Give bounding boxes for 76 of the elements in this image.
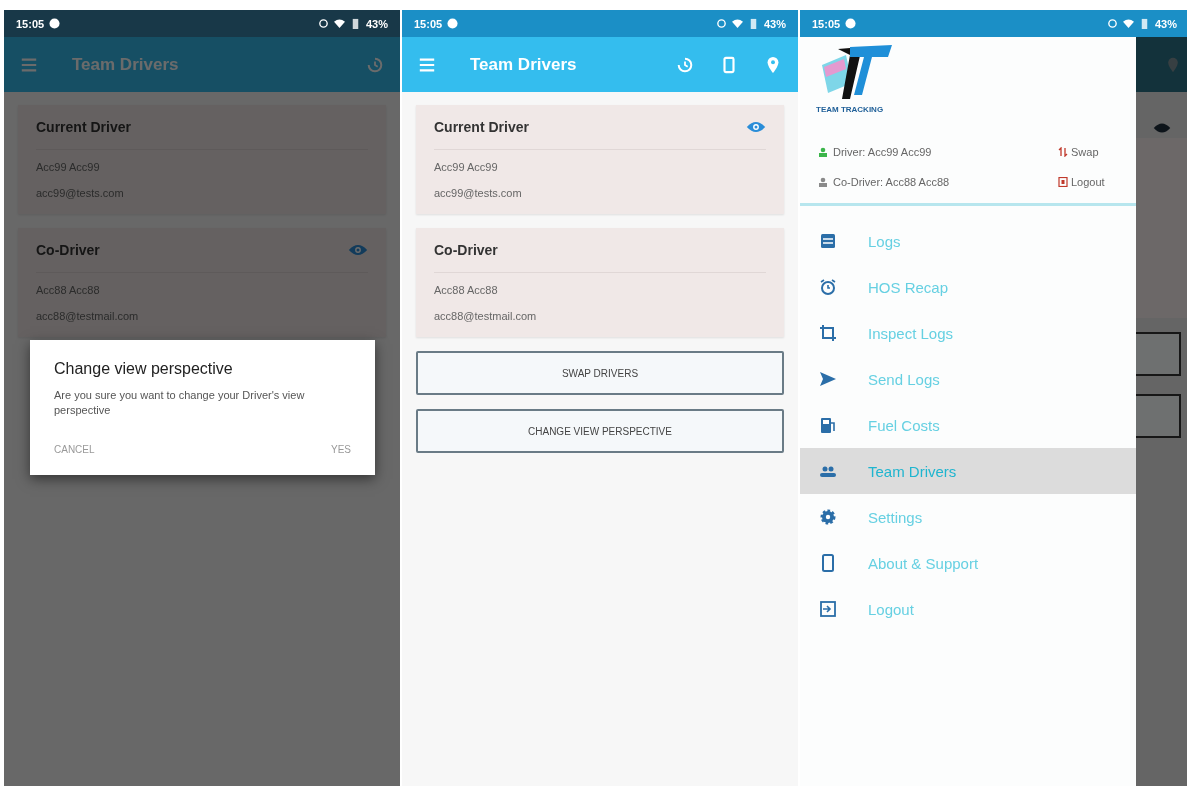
outlined-button[interactable]: CHANGE VIEW PERSPECTIVE [416, 409, 784, 453]
wifi-icon [333, 18, 345, 29]
drawer-menu-item[interactable]: About & Support [800, 540, 1136, 586]
logout-link[interactable]: Logout [1058, 176, 1116, 188]
dialog-message: Are you sure you want to change your Driver's view perspective [54, 388, 306, 418]
toolbar-title: Team Drivers [72, 54, 179, 75]
menu-item-label: Send Logs [868, 370, 940, 388]
driver-name: Acc88 Acc88 [434, 283, 499, 298]
driver-name: Acc88 Acc88 [36, 283, 101, 298]
menu-item-label: Fuel Costs [868, 416, 940, 434]
menu-item-label: About & Support [868, 554, 979, 572]
notification-icon [49, 18, 61, 29]
sync-status-icon [317, 18, 329, 29]
device-icon[interactable] [720, 55, 738, 74]
battery-percent: 43% [365, 17, 388, 30]
toolbar-title: Team Drivers [470, 54, 577, 75]
status-time: 15:05 [16, 17, 45, 30]
driver-email: acc88@testmail.com [434, 309, 538, 324]
status-time: 15:05 [812, 17, 841, 30]
history-icon[interactable] [676, 55, 694, 74]
driver-name: Acc99 Acc99 [434, 160, 499, 175]
eye-icon[interactable] [746, 120, 766, 134]
drawer-menu-item[interactable]: Settings [800, 494, 1136, 540]
driver-email: acc88@testmail.com [36, 309, 140, 324]
exit-icon [818, 599, 838, 619]
card-title: Current Driver [36, 119, 131, 135]
drawer-menu-item[interactable]: Send Logs [800, 356, 1136, 402]
drawer-menu-item[interactable]: Team Drivers [800, 448, 1136, 494]
alarm-clock-icon [818, 277, 838, 297]
logout-icon [1058, 177, 1068, 187]
eye-icon[interactable] [1153, 122, 1171, 134]
wifi-icon [1122, 18, 1134, 29]
drawer-menu-item[interactable]: Logs [800, 218, 1136, 264]
menu-item-label: Team Drivers [868, 462, 957, 480]
calendar-icon [818, 231, 838, 251]
location-pin-icon[interactable] [1165, 56, 1181, 73]
crop-icon [818, 323, 838, 343]
menu-item-label: Inspect Logs [868, 324, 954, 342]
dialog-button[interactable]: YES [331, 440, 351, 459]
dialog-title: Change view perspective [54, 360, 234, 378]
co-driver-label: Co-Driver: Acc88 Acc88 [833, 176, 950, 188]
drawer-menu-item[interactable]: Fuel Costs [800, 402, 1136, 448]
dialog-button[interactable]: CANCEL [54, 440, 95, 459]
drawer-menu-item[interactable]: Logout [800, 586, 1136, 632]
eye-icon[interactable] [348, 243, 368, 257]
card-title: Co-Driver [36, 242, 100, 258]
fuel-pump-icon [818, 415, 838, 435]
person-icon [818, 147, 828, 157]
notification-icon [845, 18, 857, 29]
sync-status-icon [715, 18, 727, 29]
menu-item-label: HOS Recap [868, 278, 949, 296]
wifi-icon [731, 18, 743, 29]
send-icon [818, 369, 838, 389]
notification-icon [447, 18, 459, 29]
driver-name: Acc99 Acc99 [36, 160, 101, 175]
menu-item-label: Logout [868, 600, 914, 618]
battery-percent: 43% [763, 17, 786, 30]
drawer-menu-item[interactable]: HOS Recap [800, 264, 1136, 310]
driver-email: acc99@tests.com [36, 186, 125, 201]
history-icon[interactable] [366, 55, 384, 74]
menu-item-label: Logs [868, 232, 901, 250]
driver-label: Driver: Acc99 Acc99 [833, 146, 932, 158]
swap-icon [1058, 147, 1068, 157]
battery-percent: 43% [1154, 17, 1177, 30]
card-title: Co-Driver [434, 242, 498, 258]
menu-item-label: Settings [868, 508, 923, 526]
drawer-menu-item[interactable]: Inspect Logs [800, 310, 1136, 356]
outlined-button[interactable]: SWAP DRIVERS [416, 351, 784, 395]
settings-icon [818, 507, 838, 527]
sync-status-icon [1106, 18, 1118, 29]
driver-email: acc99@tests.com [434, 186, 523, 201]
person-icon [818, 177, 828, 187]
swap-link[interactable]: Swap [1058, 146, 1116, 158]
logo-caption: TEAM TRACKING [816, 105, 884, 114]
status-time: 15:05 [414, 17, 443, 30]
card-title: Current Driver [434, 119, 529, 135]
